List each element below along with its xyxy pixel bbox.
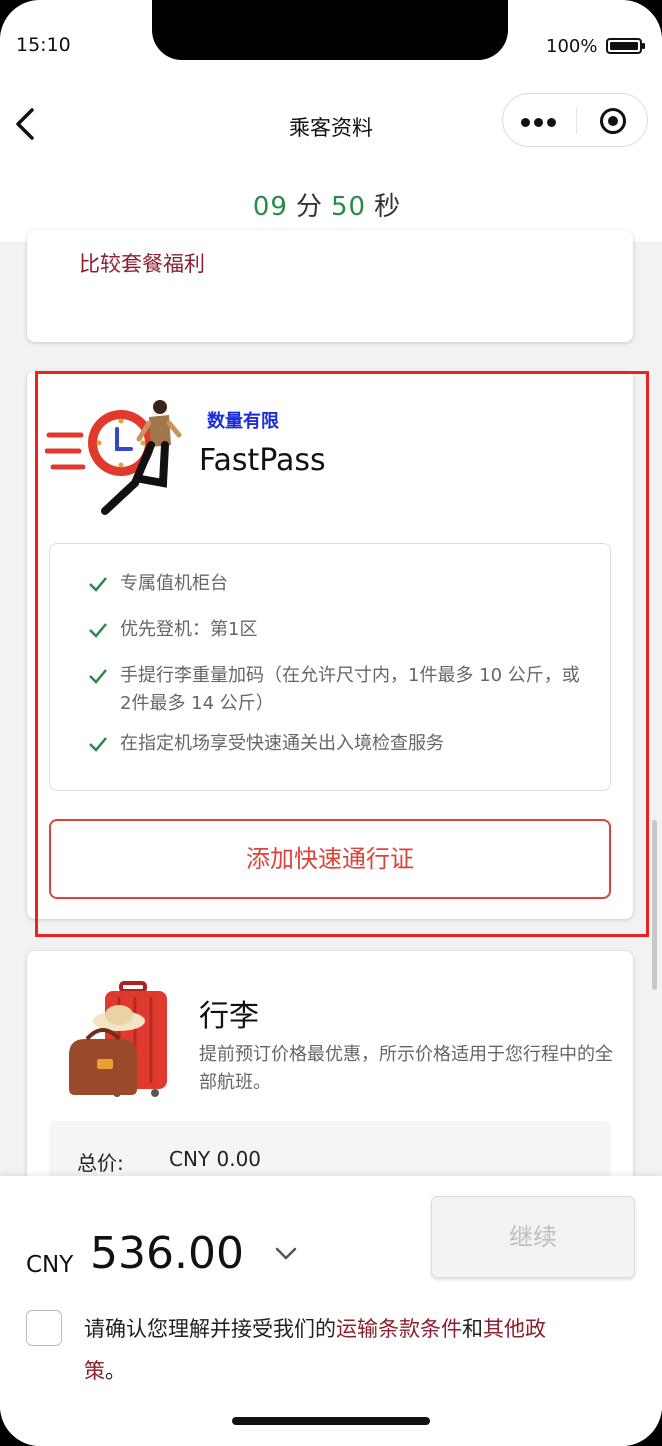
highlight-box [35, 371, 649, 937]
scrollbar[interactable] [652, 820, 657, 990]
checkout-bar: CNY 536.00 继续 请确认您理解并接受我们的运输条款条件和其他政策。 [0, 1176, 662, 1446]
chevron-down-icon[interactable] [274, 1246, 298, 1262]
notch [152, 0, 508, 60]
total-amount: 536.00 [90, 1228, 244, 1279]
countdown-minutes-unit: 分 [295, 192, 323, 222]
status-time: 15:10 [16, 34, 71, 56]
miniapp-capsule [502, 93, 648, 147]
terms-checkbox[interactable] [26, 1310, 62, 1346]
total-value: CNY 0.00 [169, 1147, 262, 1171]
currency-code: CNY [26, 1252, 74, 1278]
battery-percent: 100% [546, 36, 598, 57]
bundle-card: 比较套餐福利 [27, 230, 633, 342]
terms-and: 和 [462, 1317, 483, 1341]
luggage-total: 总价: CNY 0.00 [49, 1121, 611, 1181]
total-label: 总价: [77, 1151, 124, 1175]
continue-button[interactable]: 继续 [431, 1196, 635, 1278]
terms-suffix: 。 [105, 1359, 126, 1383]
luggage-description: 提前预订价格最优惠，所示价格适用于您行程中的全部航班。 [199, 1044, 613, 1093]
terms-text: 请确认您理解并接受我们的运输条款条件和其他政策。 [84, 1308, 584, 1392]
more-icon[interactable] [521, 112, 560, 131]
nav-bar: 乘客资料 [0, 90, 662, 160]
luggage-icon [69, 981, 167, 1097]
countdown-minutes: 09 [252, 192, 288, 222]
status-bar: 15:10 100% [0, 0, 662, 90]
capsule-divider [576, 108, 577, 134]
close-miniapp-icon[interactable] [600, 108, 626, 134]
terms-prefix: 请确认您理解并接受我们的 [84, 1317, 336, 1341]
conditions-of-carriage-link[interactable]: 运输条款条件 [336, 1317, 462, 1341]
countdown-seconds-unit: 秒 [374, 192, 402, 222]
countdown-seconds: 50 [331, 192, 367, 222]
battery-icon [606, 38, 645, 54]
luggage-title: 行李 [199, 999, 259, 1034]
home-indicator [232, 1417, 430, 1425]
compare-bundles-link[interactable]: 比较套餐福利 [79, 248, 205, 278]
screen: 15:10 100% 乘客资料 09 分 50 秒 比较套餐福利 数量有限 Fa… [0, 0, 662, 1446]
